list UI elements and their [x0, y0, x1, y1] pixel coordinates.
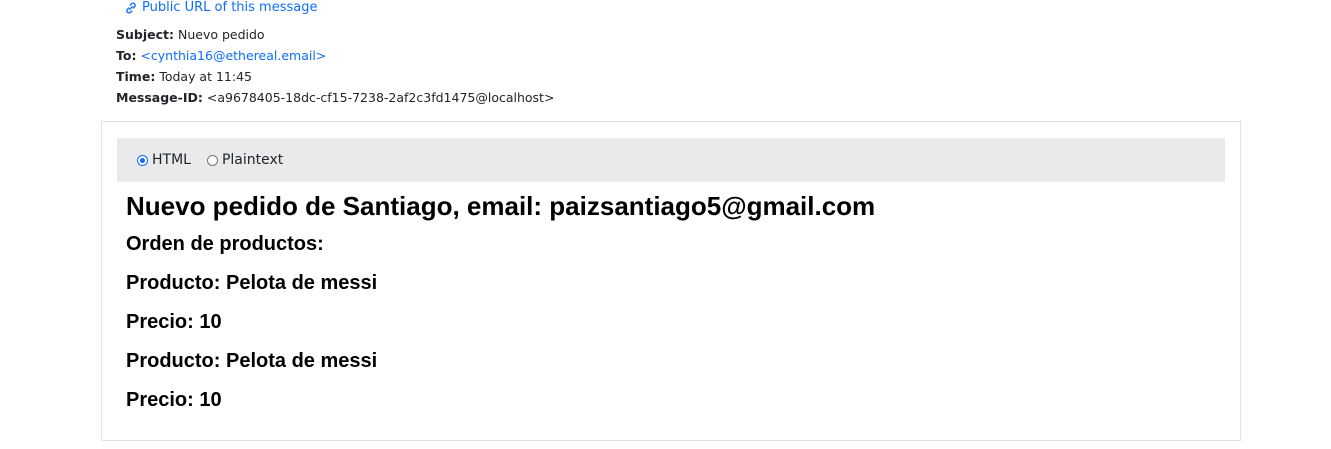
- format-option-plaintext[interactable]: Plaintext: [206, 152, 284, 168]
- price-line: Precio: 10: [126, 389, 222, 411]
- format-option-html[interactable]: HTML: [137, 152, 191, 168]
- time-label: Time:: [116, 69, 156, 84]
- to-label: To:: [116, 48, 137, 63]
- link-icon: [124, 1, 138, 15]
- html-radio[interactable]: [137, 154, 148, 166]
- orders-title: Orden de productos:: [126, 233, 324, 255]
- product-line: Producto: Pelota de messi: [126, 350, 378, 372]
- message-id-row: Message-ID: <a9678405-18dc-cf15-7238-2af…: [116, 87, 554, 108]
- subject-value: Nuevo pedido: [177, 27, 265, 42]
- public-url-link[interactable]: Public URL of this message: [124, 0, 317, 15]
- format-toggle-bar: HTML Plaintext: [117, 138, 1225, 182]
- to-row: To: <cynthia16@ethereal.email>: [116, 45, 554, 66]
- subject-label: Subject:: [116, 27, 174, 42]
- message-id-label: Message-ID:: [116, 90, 203, 105]
- time-value: Today at 11:45: [159, 69, 252, 84]
- product-line: Producto: Pelota de messi: [126, 272, 378, 294]
- message-headers: Subject: Nuevo pedido To: <cynthia16@eth…: [116, 24, 554, 108]
- html-radio-label: HTML: [152, 152, 191, 168]
- plaintext-radio-label: Plaintext: [221, 152, 284, 168]
- time-row: Time: Today at 11:45: [116, 66, 554, 87]
- price-line: Precio: 10: [126, 311, 222, 333]
- to-address-link[interactable]: <cynthia16@ethereal.email>: [140, 48, 326, 63]
- plaintext-radio[interactable]: [206, 154, 218, 166]
- subject-row: Subject: Nuevo pedido: [116, 24, 554, 45]
- message-heading: Nuevo pedido de Santiago, email: paizsan…: [126, 191, 876, 221]
- message-body: Nuevo pedido de Santiago, email: paizsan…: [126, 188, 875, 412]
- message-preview-panel: HTML Plaintext Nuevo pedido de Santiago,…: [101, 121, 1241, 441]
- message-id-value: <a9678405-18dc-cf15-7238-2af2c3fd1475@lo…: [206, 90, 555, 105]
- public-url-label: Public URL of this message: [142, 0, 318, 15]
